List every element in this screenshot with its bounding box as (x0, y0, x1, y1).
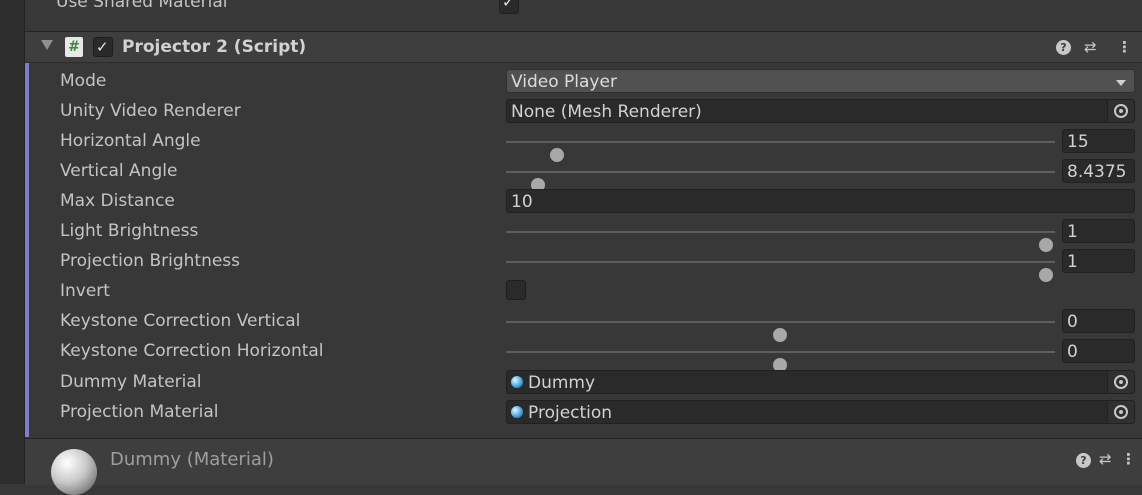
use-shared-material-label: Use Shared Material (56, 0, 228, 12)
use-shared-material-row: Use Shared Material ✓ (25, 0, 1142, 32)
property-projection-material: Projection Material Projection (25, 399, 1142, 429)
max-distance-input[interactable]: 10 (506, 189, 1135, 213)
object-picker-button[interactable] (1107, 100, 1134, 122)
dropdown-arrow-icon (1116, 80, 1126, 86)
material-title: Dummy (Material) (110, 449, 274, 470)
light-brightness-input[interactable]: 1 (1062, 219, 1135, 243)
projection-brightness-input[interactable]: 1 (1062, 249, 1135, 273)
vertical-angle-label: Vertical Angle (60, 161, 178, 181)
script-icon: # (65, 37, 83, 57)
horizontal-angle-input[interactable]: 15 (1062, 129, 1135, 153)
component-title: Projector 2 (Script) (122, 37, 307, 57)
component-header[interactable]: # ✓ Projector 2 (Script) ? ⇄ ⋮ (25, 32, 1142, 63)
unity-video-renderer-value: None (Mesh Renderer) (511, 102, 702, 122)
help-icon[interactable]: ? (1076, 453, 1091, 468)
horizontal-angle-slider[interactable] (506, 141, 1055, 162)
foldout-arrow-icon[interactable] (41, 40, 53, 50)
vertical-angle-input[interactable]: 8.4375 (1062, 159, 1135, 183)
keystone-vertical-label: Keystone Correction Vertical (60, 311, 301, 331)
more-options-icon[interactable]: ⋮ (1117, 38, 1132, 56)
projection-brightness-label: Projection Brightness (60, 251, 241, 271)
property-invert: Invert (25, 278, 1142, 308)
projection-material-field[interactable]: Projection (506, 400, 1135, 424)
vertical-angle-slider[interactable] (506, 171, 1055, 192)
horizontal-angle-label: Horizontal Angle (60, 131, 201, 151)
dummy-material-label: Dummy Material (60, 372, 202, 392)
property-dummy-material: Dummy Material Dummy (25, 369, 1142, 399)
more-options-icon[interactable]: ⋮ (1121, 450, 1136, 468)
material-header[interactable]: Dummy (Material) ? ⇄ ⋮ (25, 438, 1142, 495)
mode-label: Mode (60, 71, 107, 91)
property-mode: Mode Video Player (25, 68, 1142, 98)
light-brightness-label: Light Brightness (60, 221, 199, 241)
property-light-brightness: Light Brightness 1 (25, 218, 1142, 252)
dummy-material-value: Dummy (528, 373, 596, 393)
invert-label: Invert (60, 281, 110, 301)
light-brightness-slider[interactable] (506, 231, 1055, 252)
invert-checkbox[interactable] (506, 280, 526, 300)
projection-material-label: Projection Material (60, 402, 219, 422)
unity-video-renderer-label: Unity Video Renderer (60, 101, 241, 121)
object-picker-button[interactable] (1107, 371, 1134, 393)
property-keystone-vertical: Keystone Correction Vertical 0 (25, 308, 1142, 342)
unity-video-renderer-field[interactable]: None (Mesh Renderer) (506, 99, 1135, 123)
checkmark-icon: ✓ (96, 38, 109, 56)
property-keystone-horizontal: Keystone Correction Horizontal 0 (25, 338, 1142, 372)
keystone-vertical-slider[interactable] (506, 321, 1055, 342)
property-unity-video-renderer: Unity Video Renderer None (Mesh Renderer… (25, 98, 1142, 128)
checkmark-icon: ✓ (502, 0, 515, 11)
keystone-horizontal-slider[interactable] (506, 351, 1055, 372)
max-distance-label: Max Distance (60, 191, 175, 211)
inspector-panel: Use Shared Material ✓ # ✓ Projector 2 (S… (25, 0, 1142, 495)
mode-dropdown[interactable]: Video Player (506, 69, 1135, 93)
object-picker-button[interactable] (1107, 401, 1134, 423)
property-projection-brightness: Projection Brightness 1 (25, 248, 1142, 282)
projection-material-value: Projection (528, 403, 613, 423)
dummy-material-field[interactable]: Dummy (506, 370, 1135, 394)
mode-value: Video Player (511, 72, 617, 92)
use-shared-material-checkbox[interactable]: ✓ (499, 0, 519, 14)
help-icon[interactable]: ? (1056, 40, 1071, 55)
projection-brightness-slider[interactable] (506, 261, 1055, 282)
presets-icon[interactable]: ⇄ (1099, 450, 1112, 468)
material-preview-sphere (51, 449, 97, 495)
property-horizontal-angle: Horizontal Angle 15 (25, 128, 1142, 162)
keystone-horizontal-label: Keystone Correction Horizontal (60, 341, 324, 361)
keystone-vertical-input[interactable]: 0 (1062, 309, 1135, 333)
material-icon (511, 406, 523, 418)
property-vertical-angle: Vertical Angle 8.4375 (25, 158, 1142, 192)
keystone-horizontal-input[interactable]: 0 (1062, 339, 1135, 363)
component-enabled-checkbox[interactable]: ✓ (93, 37, 113, 57)
presets-icon[interactable]: ⇄ (1084, 38, 1097, 56)
material-icon (511, 376, 523, 388)
property-max-distance: Max Distance 10 (25, 188, 1142, 218)
scene-edge (0, 0, 25, 484)
